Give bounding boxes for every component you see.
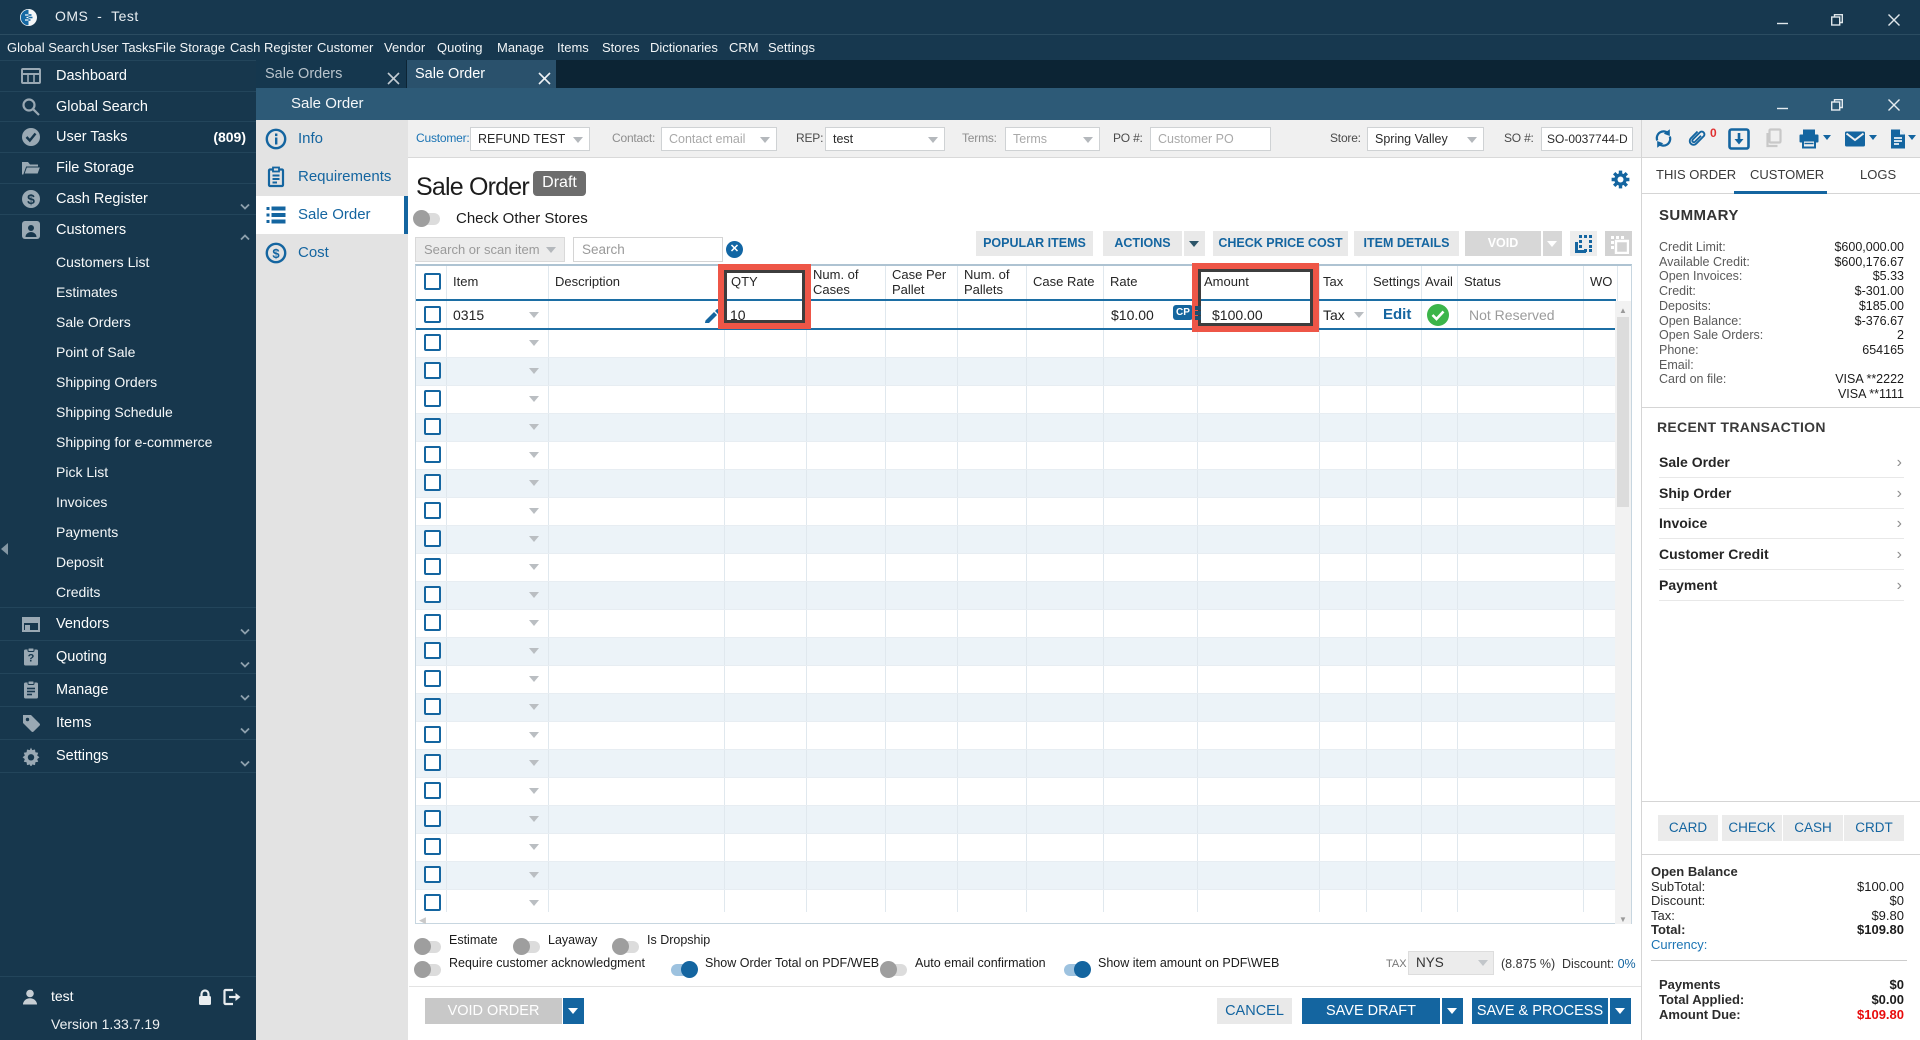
svg-text:$: $ <box>27 191 35 207</box>
svg-text:?: ? <box>28 653 35 665</box>
svg-text:$: $ <box>272 246 280 261</box>
